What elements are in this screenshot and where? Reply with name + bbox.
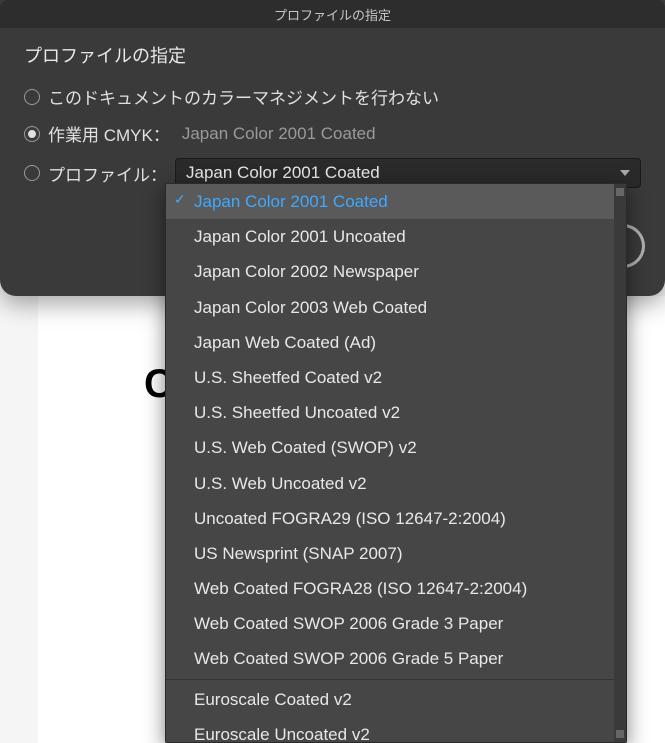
radio-icon	[24, 165, 40, 181]
radio-label: 作業用 CMYK：	[48, 121, 170, 146]
profile-dropdown: Japan Color 2001 CoatedJapan Color 2001 …	[165, 183, 627, 743]
scroll-up-icon	[616, 188, 624, 196]
dropdown-item[interactable]: U.S. Web Uncoated v2	[166, 466, 626, 501]
dropdown-item[interactable]: Japan Color 2002 Newspaper	[166, 254, 626, 289]
dropdown-item[interactable]: Euroscale Coated v2	[166, 682, 626, 717]
dropdown-item[interactable]: Uncoated FOGRA29 (ISO 12647-2:2004)	[166, 501, 626, 536]
section-title: プロファイルの指定	[24, 42, 641, 68]
radio-no-color-management[interactable]: このドキュメントのカラーマネジメントを行わない	[24, 78, 641, 115]
working-cmyk-value: Japan Color 2001 Coated	[182, 124, 376, 144]
dropdown-item[interactable]: U.S. Sheetfed Uncoated v2	[166, 395, 626, 430]
radio-icon	[24, 126, 40, 142]
dropdown-item[interactable]: Web Coated SWOP 2006 Grade 3 Paper	[166, 606, 626, 641]
dialog-titlebar: プロファイルの指定	[0, 0, 665, 28]
radio-label: プロファイル：	[48, 161, 167, 186]
dropdown-item[interactable]: Web Coated SWOP 2006 Grade 5 Paper	[166, 641, 626, 676]
scroll-down-icon	[616, 730, 624, 738]
dropdown-item[interactable]: Euroscale Uncoated v2	[166, 717, 626, 742]
dropdown-item[interactable]: Web Coated FOGRA28 (ISO 12647-2:2004)	[166, 571, 626, 606]
dropdown-item[interactable]: Japan Color 2001 Coated	[166, 184, 626, 219]
dropdown-item[interactable]: US Newsprint (SNAP 2007)	[166, 536, 626, 571]
radio-profile[interactable]: プロファイル：	[24, 161, 167, 186]
radio-label: このドキュメントのカラーマネジメントを行わない	[48, 84, 439, 109]
dropdown-item[interactable]: Japan Web Coated (Ad)	[166, 325, 626, 360]
dropdown-item[interactable]: U.S. Sheetfed Coated v2	[166, 360, 626, 395]
dialog-title: プロファイルの指定	[274, 5, 391, 24]
radio-icon	[24, 89, 40, 105]
dropdown-item[interactable]: U.S. Web Coated (SWOP) v2	[166, 430, 626, 465]
radio-working-cmyk[interactable]: 作業用 CMYK： Japan Color 2001 Coated	[24, 115, 641, 152]
dropdown-item[interactable]: Japan Color 2001 Uncoated	[166, 219, 626, 254]
dropdown-scrollbar[interactable]	[614, 184, 626, 742]
select-value: Japan Color 2001 Coated	[186, 163, 380, 182]
dropdown-item[interactable]: Japan Color 2003 Web Coated	[166, 290, 626, 325]
dropdown-divider	[166, 679, 626, 680]
